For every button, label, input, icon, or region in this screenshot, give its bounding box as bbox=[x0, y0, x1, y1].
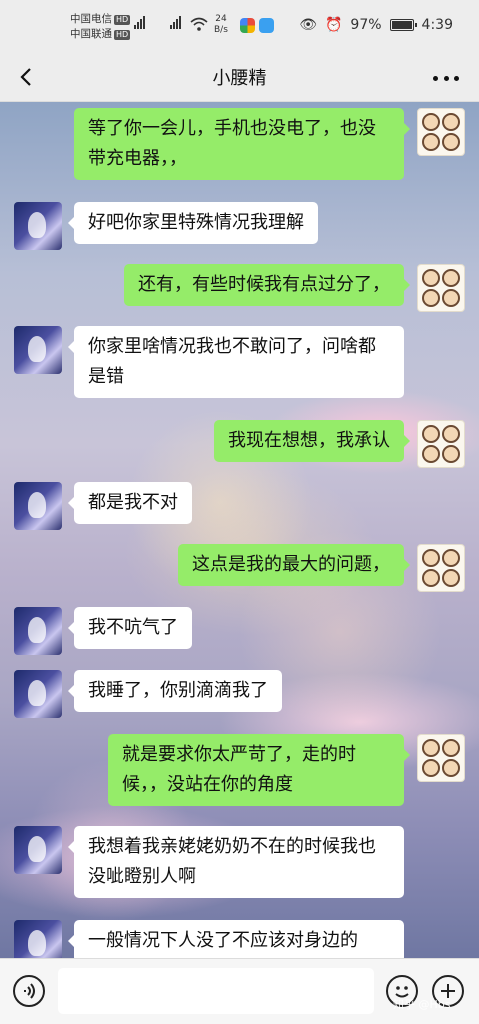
received-message[interactable]: 好吧你家里特殊情况我理解 bbox=[68, 202, 318, 244]
notification-icons bbox=[240, 18, 274, 33]
eye-icon: 👁 bbox=[299, 17, 317, 33]
voice-icon[interactable] bbox=[13, 975, 45, 1007]
signal-icon bbox=[134, 16, 145, 29]
carrier-unicom: 中国联通 bbox=[70, 28, 112, 40]
contact-avatar[interactable] bbox=[14, 326, 62, 374]
chat-title: 小腰精 bbox=[212, 68, 267, 89]
status-bar: 中国电信 HD 中国联通 HD 24 B/s 👁 ⏰ 97% 4:39 bbox=[0, 0, 479, 52]
hd-badge: HD bbox=[114, 29, 131, 40]
my-avatar[interactable] bbox=[417, 420, 465, 468]
sent-message[interactable]: 还有，有些时候我有点过分了， bbox=[124, 264, 410, 306]
hd-badge: HD bbox=[114, 14, 131, 25]
contact-avatar[interactable] bbox=[14, 670, 62, 718]
contact-avatar[interactable] bbox=[14, 482, 62, 530]
received-message[interactable]: 都是我不对 bbox=[68, 482, 192, 524]
contact-avatar[interactable] bbox=[14, 826, 62, 874]
sent-message[interactable]: 这点是我的最大的问题， bbox=[178, 544, 410, 586]
contact-avatar[interactable] bbox=[14, 607, 62, 655]
my-avatar[interactable] bbox=[417, 734, 465, 782]
sent-message[interactable]: 等了你一会儿，手机也没电了，也没带充电器，， bbox=[74, 108, 410, 180]
more-dots-icon[interactable] bbox=[433, 68, 459, 88]
contact-avatar[interactable] bbox=[14, 202, 62, 250]
carrier-telecom: 中国电信 bbox=[70, 13, 112, 25]
message-input[interactable] bbox=[58, 968, 374, 1014]
chat-header: 小腰精 bbox=[0, 52, 479, 102]
received-message[interactable]: 我不吭气了 bbox=[68, 607, 192, 649]
received-message[interactable]: 一般情况下人没了不应该对身边的 bbox=[68, 920, 404, 958]
app-notification-icon bbox=[240, 18, 255, 33]
received-message[interactable]: 我想着我亲姥姥奶奶不在的时候我也没呲瞪别人啊 bbox=[68, 826, 404, 898]
received-message[interactable]: 我睡了，你别滴滴我了 bbox=[68, 670, 282, 712]
alarm-icon: ⏰ bbox=[324, 17, 343, 33]
sent-message[interactable]: 就是要求你太严苛了，走的时候，，没站在你的角度 bbox=[108, 734, 410, 806]
chat-area[interactable]: 等了你一会儿，手机也没电了，也没带充电器，， 好吧你家里特殊情况我理解 还有，有… bbox=[0, 102, 479, 958]
app-notification-icon bbox=[259, 18, 274, 33]
my-avatar[interactable] bbox=[417, 264, 465, 312]
sent-message[interactable]: 我现在想想，我承认 bbox=[214, 420, 410, 462]
watermark: 知乎 @Hbs bbox=[393, 998, 451, 1011]
my-avatar[interactable] bbox=[417, 108, 465, 156]
status-right: 👁 ⏰ 97% 4:39 bbox=[299, 17, 453, 33]
clock: 4:39 bbox=[421, 17, 453, 33]
input-bar bbox=[0, 958, 479, 1024]
battery-icon bbox=[389, 19, 417, 31]
signal-icon bbox=[170, 16, 181, 29]
contact-avatar[interactable] bbox=[14, 920, 62, 958]
wifi-icon bbox=[190, 17, 208, 31]
battery-percent: 97% bbox=[350, 17, 382, 33]
received-message[interactable]: 你家里啥情况我也不敢问了，问啥都是错 bbox=[68, 326, 404, 398]
my-avatar[interactable] bbox=[417, 544, 465, 592]
network-speed: 24 B/s bbox=[214, 14, 228, 35]
carrier-info: 中国电信 HD 中国联通 HD bbox=[70, 12, 131, 42]
